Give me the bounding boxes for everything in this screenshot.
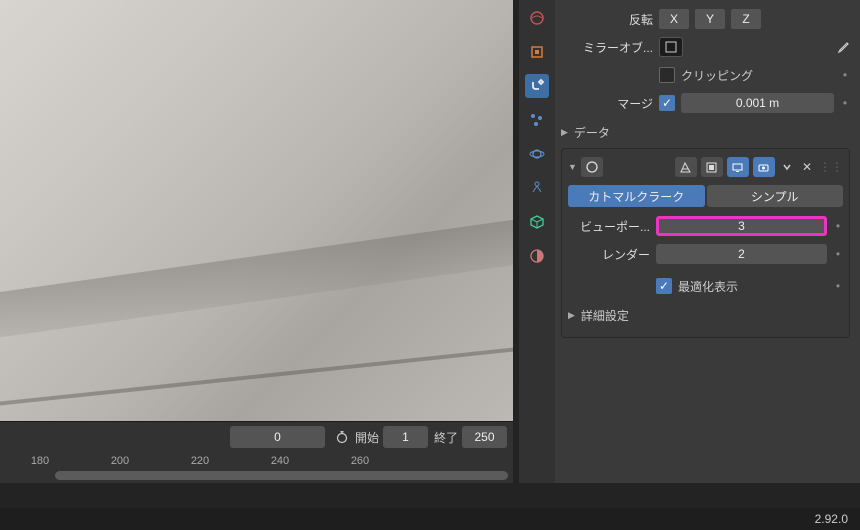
output-tab-icon[interactable] bbox=[525, 40, 549, 64]
properties-panel: 反転 X Y Z • ミラーオブ... クリッピング • マージ ✓ 0.001… bbox=[555, 0, 860, 483]
current-frame-field[interactable]: 0 bbox=[230, 426, 325, 448]
triangle-right-icon: ▶ bbox=[561, 127, 568, 138]
ruler-tick: 200 bbox=[80, 455, 160, 467]
drag-handle-icon[interactable]: ⋮⋮ bbox=[819, 160, 843, 174]
ruler-tick: 260 bbox=[320, 455, 400, 467]
ruler-tick: 240 bbox=[240, 455, 320, 467]
mirror-object-label: ミラーオブ... bbox=[561, 39, 653, 56]
keyframe-dot[interactable]: • bbox=[833, 219, 843, 233]
viewport-level-label: ビューポー... bbox=[568, 218, 650, 235]
viewport-3d[interactable] bbox=[0, 0, 513, 421]
axis-z-button[interactable]: Z bbox=[731, 9, 761, 29]
modifier-tab-icon[interactable] bbox=[525, 74, 549, 98]
realtime-toggle[interactable] bbox=[727, 157, 749, 177]
end-frame-control[interactable]: 終了 250 bbox=[434, 426, 507, 448]
optimal-display-checkbox[interactable]: ✓ bbox=[656, 278, 672, 294]
close-icon[interactable]: ✕ bbox=[799, 160, 815, 174]
simple-tab[interactable]: シンプル bbox=[707, 185, 844, 207]
keyframe-dot[interactable]: • bbox=[840, 96, 850, 110]
start-frame-value[interactable]: 1 bbox=[383, 426, 428, 448]
render-toggle[interactable] bbox=[753, 157, 775, 177]
material-tab-icon[interactable] bbox=[525, 244, 549, 268]
data-disclosure[interactable]: ▶ データ bbox=[561, 120, 850, 144]
properties-tabs bbox=[519, 0, 555, 483]
ruler-tick: 220 bbox=[160, 455, 240, 467]
start-frame-control[interactable]: 開始 1 bbox=[355, 426, 428, 448]
merge-label: マージ bbox=[561, 95, 653, 112]
clipping-label: クリッピング bbox=[681, 67, 753, 84]
ruler-tick: 180 bbox=[0, 455, 80, 467]
merge-checkbox[interactable]: ✓ bbox=[659, 95, 675, 111]
subsurf-icon[interactable] bbox=[581, 157, 603, 177]
end-frame-value[interactable]: 250 bbox=[462, 426, 507, 448]
eyedropper-icon[interactable] bbox=[836, 40, 850, 54]
merge-value-field[interactable]: 0.001 m bbox=[681, 93, 834, 113]
render-level-field[interactable]: 2 bbox=[656, 244, 827, 264]
triangle-right-icon: ▶ bbox=[568, 310, 575, 321]
cage-toggle[interactable] bbox=[701, 157, 723, 177]
subsurf-modifier-panel: ▼ ✕ ⋮⋮ カトマルクラーク シンプル ビューポー... 3 • レンダー 2… bbox=[561, 148, 850, 338]
keyframe-dot[interactable]: • bbox=[833, 279, 843, 293]
invert-label: 反転 bbox=[561, 11, 653, 28]
version-label: 2.92.0 bbox=[815, 512, 848, 526]
keyframe-dot[interactable]: • bbox=[833, 247, 843, 261]
mirror-object-field[interactable] bbox=[659, 37, 683, 57]
timeline-scrollbar[interactable] bbox=[55, 471, 508, 480]
advanced-label: 詳細設定 bbox=[581, 307, 629, 324]
axis-x-button[interactable]: X bbox=[659, 9, 689, 29]
clipping-checkbox[interactable] bbox=[659, 67, 675, 83]
optimal-display-label: 最適化表示 bbox=[678, 278, 738, 295]
advanced-disclosure[interactable]: ▶ 詳細設定 bbox=[568, 303, 843, 327]
viewport-level-field[interactable]: 3 bbox=[656, 216, 827, 236]
particles-tab-icon[interactable] bbox=[525, 108, 549, 132]
axis-y-button[interactable]: Y bbox=[695, 9, 725, 29]
constraint-tab-icon[interactable] bbox=[525, 176, 549, 200]
physics-tab-icon[interactable] bbox=[525, 142, 549, 166]
triangle-down-icon: ▼ bbox=[568, 162, 577, 172]
status-bar: 2.92.0 bbox=[0, 508, 860, 530]
keyframe-dot[interactable]: • bbox=[840, 68, 850, 82]
timeline-panel: 0 開始 1 終了 250 180 200 220 240 260 bbox=[0, 421, 513, 483]
edit-mode-toggle[interactable] bbox=[675, 157, 697, 177]
data-section-label: データ bbox=[574, 124, 610, 141]
timeline-ruler[interactable]: 180 200 220 240 260 bbox=[0, 452, 513, 482]
dropdown-icon[interactable] bbox=[779, 157, 795, 177]
stopwatch-icon bbox=[335, 430, 349, 444]
end-label: 終了 bbox=[434, 429, 458, 446]
render-level-label: レンダー bbox=[568, 246, 650, 263]
start-label: 開始 bbox=[355, 429, 379, 446]
catmull-clark-tab[interactable]: カトマルクラーク bbox=[568, 185, 705, 207]
scene-tab-icon[interactable] bbox=[525, 6, 549, 30]
data-tab-icon[interactable] bbox=[525, 210, 549, 234]
